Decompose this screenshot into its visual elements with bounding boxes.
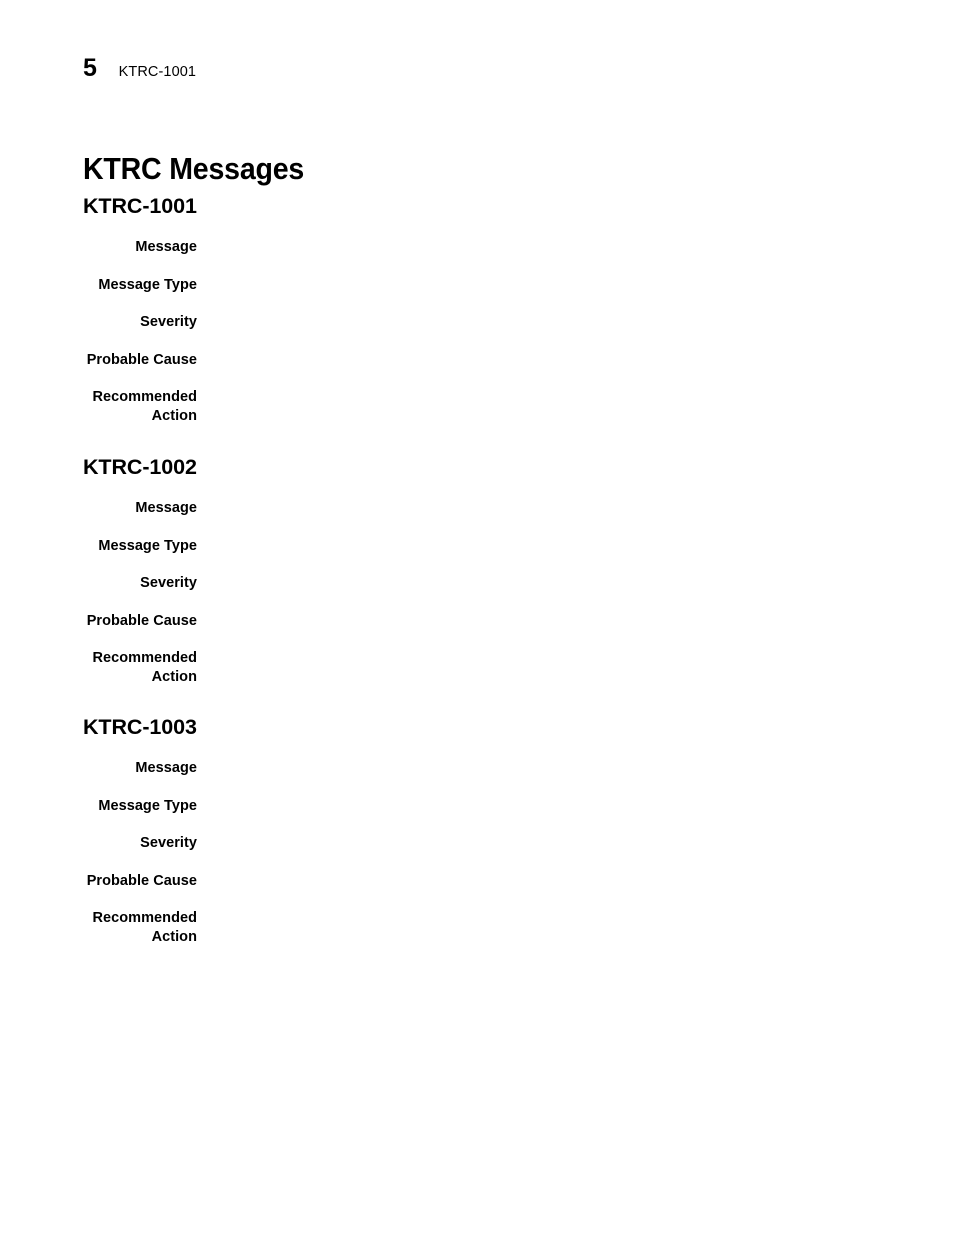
field-row: Recommended Action: [0, 649, 954, 687]
field-label: Message Type: [98, 276, 197, 293]
field-value: [213, 388, 913, 407]
field-row: Probable Cause: [0, 872, 954, 891]
running-header-title: KTRC-1001: [118, 64, 197, 80]
field-label: Message: [135, 500, 197, 516]
field-value: [213, 351, 913, 370]
field-label: Recommended Action: [92, 389, 197, 424]
field-label: Message: [135, 239, 197, 255]
field-row: Message Type: [0, 797, 954, 816]
running-header: 5 KTRC-1001: [83, 56, 196, 81]
field-row: Severity: [0, 313, 954, 332]
document-page: 5 KTRC-1001 KTRC Messages KTRC-1001 Messa…: [0, 0, 954, 1235]
field-label: Message: [135, 760, 197, 776]
field-label: Message Type: [98, 797, 197, 814]
section-heading: KTRC-1002: [83, 455, 197, 479]
chapter-title: KTRC Messages: [83, 150, 305, 186]
field-row: Message Type: [0, 537, 954, 556]
field-value: [213, 574, 913, 593]
message-field-table: Message Message Type Severity Probable Caus…: [0, 759, 954, 947]
field-row: Message: [0, 238, 954, 257]
field-value: [213, 499, 913, 518]
field-value: [213, 238, 913, 257]
field-label: Message Type: [98, 537, 197, 554]
section-heading: KTRC-1003: [83, 715, 197, 739]
message-field-table: Message Message Type Severity Probable Caus…: [0, 499, 954, 687]
field-row: Severity: [0, 834, 954, 853]
field-label: Recommended Action: [92, 910, 197, 945]
field-label: Probable Cause: [86, 612, 197, 629]
field-row: Recommended Action: [0, 388, 954, 426]
field-row: Probable Cause: [0, 351, 954, 370]
field-value: [213, 276, 913, 295]
field-row: Probable Cause: [0, 612, 954, 631]
field-value: [213, 872, 913, 891]
field-value: [213, 909, 913, 928]
section-heading: KTRC-1001: [83, 194, 197, 218]
field-label: Severity: [140, 314, 197, 330]
field-value: [213, 537, 913, 556]
field-row: Message: [0, 499, 954, 518]
field-label: Severity: [140, 575, 197, 591]
field-label: Severity: [140, 835, 197, 851]
page-number: 5: [83, 54, 97, 82]
field-row: Message Type: [0, 276, 954, 295]
message-field-table: Message Message Type Severity Probable Caus…: [0, 238, 954, 426]
field-row: Severity: [0, 574, 954, 593]
field-value: [213, 649, 913, 668]
field-value: [213, 759, 913, 778]
field-row: Message: [0, 759, 954, 778]
field-value: [213, 797, 913, 816]
field-value: [213, 612, 913, 631]
field-label: Recommended Action: [92, 650, 197, 685]
field-label: Probable Cause: [86, 872, 197, 889]
field-value: [213, 313, 913, 332]
field-row: Recommended Action: [0, 909, 954, 947]
field-label: Probable Cause: [86, 351, 197, 368]
field-value: [213, 834, 913, 853]
